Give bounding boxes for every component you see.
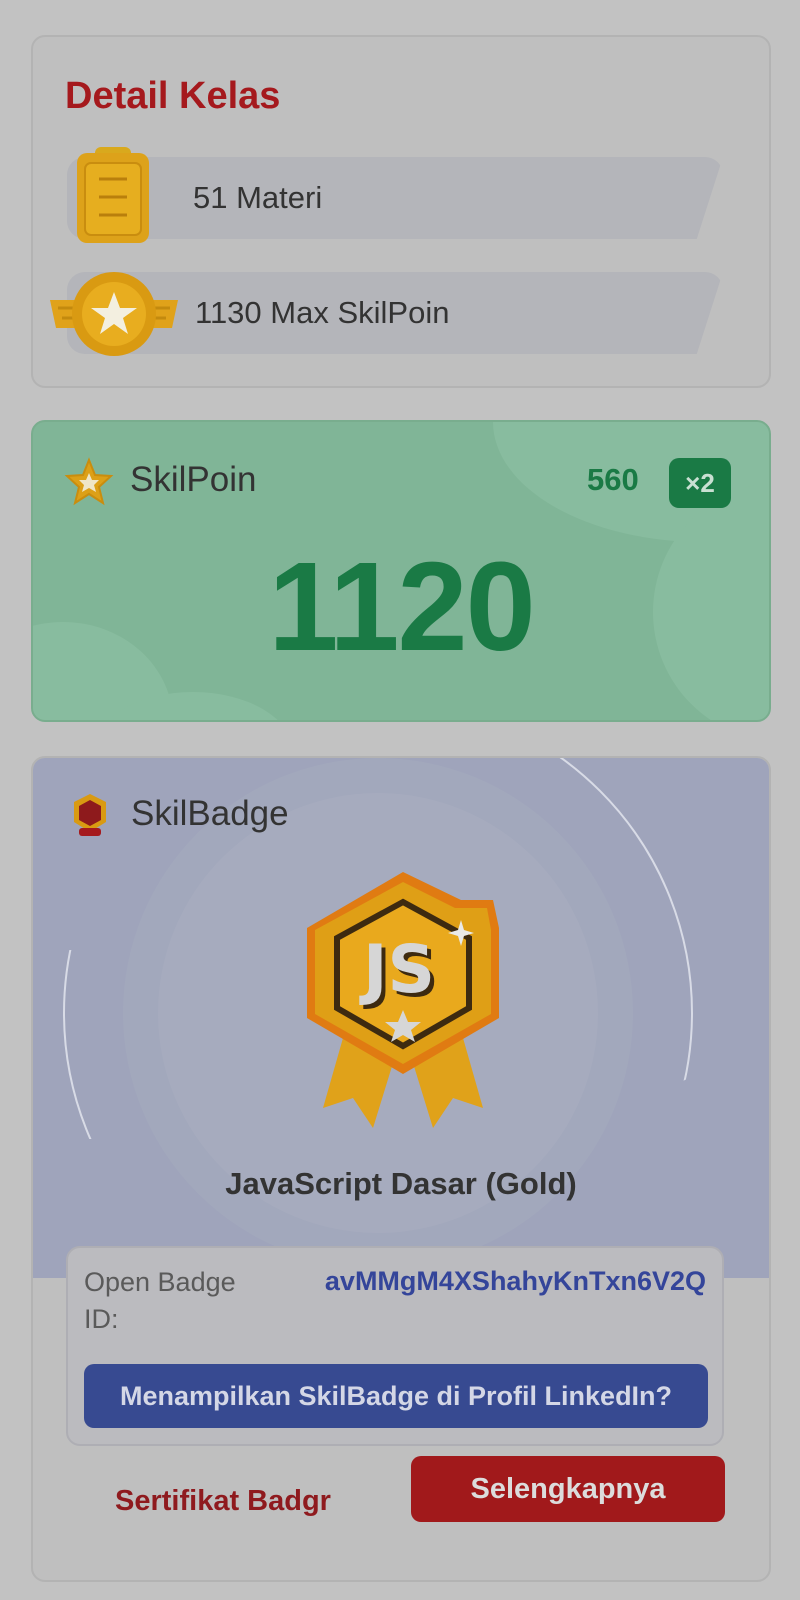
materials-pill bbox=[67, 157, 723, 239]
detail-title: Detail Kelas bbox=[65, 75, 281, 117]
linkedin-share-button[interactable]: Menampilkan SkilBadge di Profil LinkedIn… bbox=[84, 1364, 708, 1428]
more-button[interactable]: Selengkapnya bbox=[411, 1456, 725, 1522]
base-points: 560 bbox=[587, 462, 639, 497]
star-icon bbox=[64, 457, 114, 512]
multiplier-badge: ×2 bbox=[669, 458, 731, 508]
skilbadge-label: SkilBadge bbox=[131, 794, 289, 833]
badge-name: JavaScript Dasar (Gold) bbox=[225, 1166, 577, 1201]
class-detail-card: Detail Kelas 51 Materi 1130 Max SkilPoin bbox=[31, 35, 771, 388]
open-badge-box: Open Badge ID: avMMgM4XShahyKnTxn6V2Q Me… bbox=[66, 1246, 724, 1446]
skilbadge-card: SkilBadge JS JS JavaScript Dasar (Gold) … bbox=[31, 756, 771, 1582]
js-gold-badge-icon: JS JS bbox=[293, 868, 513, 1143]
skilpoin-card: SkilPoin 560 ×2 1120 bbox=[31, 420, 771, 722]
medal-icon bbox=[48, 270, 180, 365]
materials-count: 51 Materi bbox=[193, 180, 323, 215]
open-badge-id[interactable]: avMMgM4XShahyKnTxn6V2Q bbox=[325, 1266, 706, 1297]
skilpoin-label: SkilPoin bbox=[130, 460, 257, 499]
badge-small-icon bbox=[71, 792, 109, 843]
clipboard-icon bbox=[73, 145, 153, 250]
total-points: 1120 bbox=[268, 536, 535, 677]
badge-art-text: JS bbox=[359, 931, 435, 1008]
open-badge-label: Open Badge ID: bbox=[84, 1267, 236, 1334]
badge-header-area: SkilBadge JS JS JavaScript Dasar (Gold) bbox=[33, 758, 769, 1278]
certificate-link[interactable]: Sertifikat Badgr bbox=[73, 1485, 373, 1518]
max-points-text: 1130 Max SkilPoin bbox=[195, 295, 450, 330]
